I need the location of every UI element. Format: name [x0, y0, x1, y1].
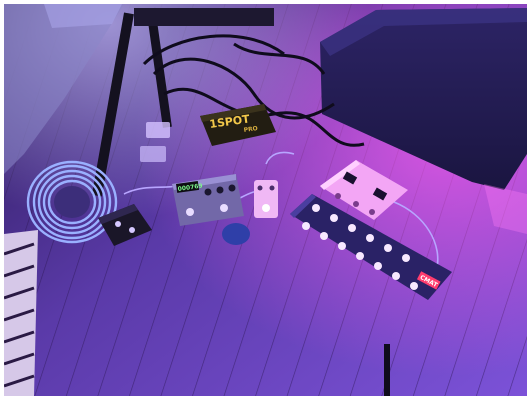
knob-icon — [335, 193, 341, 199]
outlet-box — [140, 146, 166, 162]
overdrive-pedal — [254, 180, 278, 218]
footswitch-icon — [186, 208, 194, 216]
photo-frame: 1SPOT PRO 000769 CMAT — [4, 4, 527, 396]
expression-pad — [222, 223, 250, 245]
knob-icon — [353, 201, 359, 207]
pedalboard-photo: 1SPOT PRO 000769 CMAT — [4, 4, 527, 396]
coil-center — [54, 186, 90, 218]
knob-icon — [369, 209, 375, 215]
knob-icon — [204, 188, 212, 196]
striped-fabric — [4, 230, 38, 396]
knob-icon — [228, 184, 236, 192]
footswitch-icon — [220, 204, 228, 212]
stand-top — [134, 8, 274, 26]
knob-icon — [216, 186, 224, 194]
outlet-box — [146, 122, 170, 138]
stand-pole — [384, 344, 390, 396]
